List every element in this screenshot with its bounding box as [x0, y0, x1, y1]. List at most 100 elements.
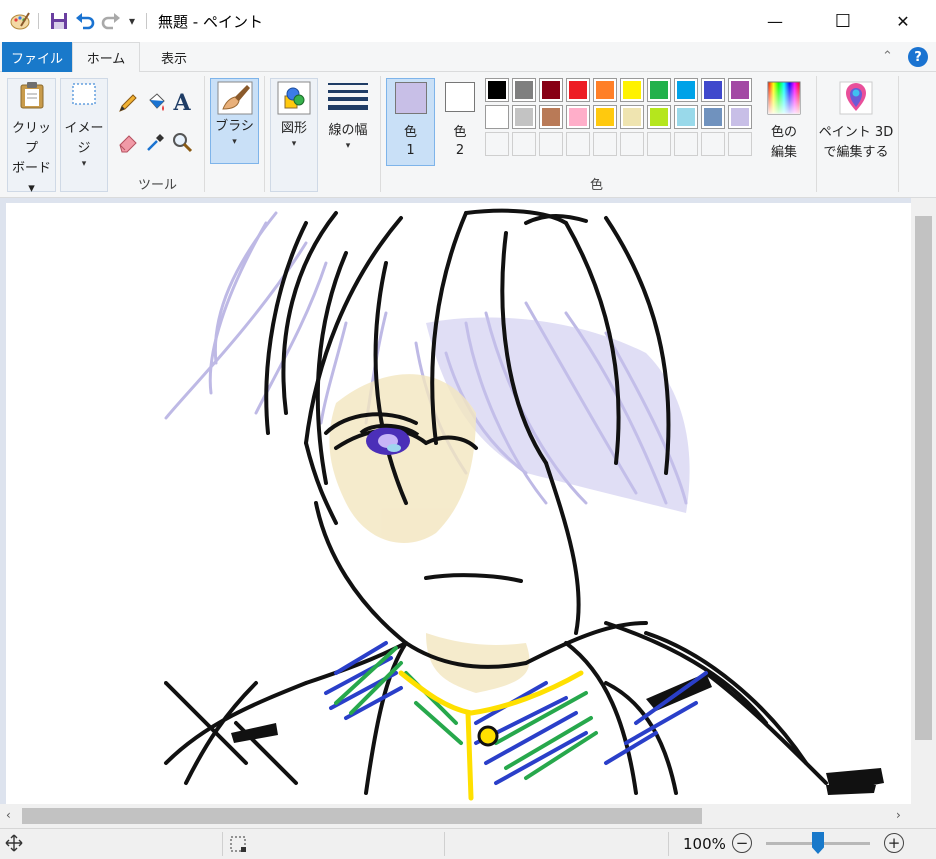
paint3d-button[interactable]: ペイント 3D で編集する — [819, 81, 893, 163]
palette-swatch[interactable] — [701, 78, 725, 102]
palette-swatch[interactable] — [485, 105, 509, 129]
palette-swatch-fill — [542, 108, 560, 126]
palette-swatch[interactable] — [620, 78, 644, 102]
color1-label-2: 1 — [406, 143, 415, 158]
drawing-canvas[interactable] — [6, 203, 911, 804]
title-bar: ▾ 無題 - ペイント — ☐ ✕ — [0, 0, 936, 42]
minimize-button[interactable]: — — [752, 0, 798, 42]
zoom-out-button[interactable]: − — [732, 833, 752, 853]
zoom-in-button[interactable]: + — [884, 833, 904, 853]
palette-custom-slot[interactable] — [701, 132, 725, 156]
help-icon[interactable]: ? — [908, 47, 928, 67]
line-width-button[interactable]: 線の幅 ▾ — [322, 81, 374, 151]
palette-custom-slot[interactable] — [593, 132, 617, 156]
palette-swatch-fill — [650, 108, 668, 126]
color1-button[interactable]: 色 1 — [386, 82, 435, 160]
palette-custom-slot[interactable] — [512, 132, 536, 156]
palette-custom-slot[interactable] — [539, 132, 563, 156]
clipboard-button[interactable]: クリップ ボード ▾ — [7, 81, 56, 199]
palette-swatch-fill — [623, 108, 641, 126]
maximize-button[interactable]: ☐ — [820, 0, 866, 42]
magnifier-icon[interactable] — [170, 130, 194, 154]
brush-label: ブラシ — [215, 119, 254, 134]
palette-swatch[interactable] — [566, 78, 590, 102]
palette-swatch[interactable] — [620, 105, 644, 129]
palette-swatch[interactable] — [539, 78, 563, 102]
palette-custom-slot[interactable] — [620, 132, 644, 156]
palette-custom-slot[interactable] — [647, 132, 671, 156]
qat-customize-icon[interactable]: ▾ — [124, 10, 140, 32]
palette-swatch[interactable] — [647, 78, 671, 102]
ribbon: クリップ ボード ▾ イメージ ▾ A ツール ブラシ ▾ 図形 ▾ 線の幅 ▾… — [0, 72, 936, 198]
shapes-icon — [277, 81, 311, 115]
line-width-label: 線の幅 — [328, 123, 368, 138]
palette-swatch[interactable] — [728, 105, 752, 129]
palette-swatch[interactable] — [566, 105, 590, 129]
edit-colors-icon — [767, 81, 801, 115]
palette-swatch-fill — [596, 108, 614, 126]
shapes-button[interactable]: 図形 ▾ — [270, 81, 318, 149]
brush-icon — [217, 81, 252, 115]
palette-swatch-fill — [488, 108, 506, 126]
brush-caret: ▾ — [232, 137, 237, 147]
palette-custom-slot[interactable] — [485, 132, 509, 156]
palette-swatch[interactable] — [728, 78, 752, 102]
tab-file[interactable]: ファイル — [2, 42, 72, 72]
palette-swatch[interactable] — [701, 105, 725, 129]
horizontal-scroll-thumb[interactable] — [22, 808, 702, 824]
scroll-left-icon[interactable]: ‹ — [6, 808, 11, 822]
palette-swatch[interactable] — [593, 78, 617, 102]
color2-button[interactable]: 色 2 — [440, 82, 480, 160]
palette-swatch[interactable] — [539, 105, 563, 129]
palette-swatch[interactable] — [485, 78, 509, 102]
vertical-scrollbar[interactable] — [911, 198, 936, 804]
vertical-scroll-thumb[interactable] — [915, 216, 932, 740]
palette-swatch[interactable] — [593, 105, 617, 129]
paint-app-icon[interactable] — [8, 10, 32, 32]
text-tool-icon[interactable]: A — [170, 90, 194, 116]
palette-swatch[interactable] — [647, 105, 671, 129]
ribbon-separator — [380, 76, 381, 192]
line-width-caret: ▾ — [345, 141, 351, 151]
undo-icon[interactable] — [74, 10, 96, 32]
palette-swatch[interactable] — [512, 78, 536, 102]
status-bar: 100% − + — [0, 828, 936, 859]
ribbon-separator — [204, 76, 205, 192]
palette-swatch[interactable] — [512, 105, 536, 129]
scroll-right-icon[interactable]: › — [896, 808, 901, 822]
palette-swatch-fill — [569, 108, 587, 126]
palette-swatch[interactable] — [674, 78, 698, 102]
ribbon-separator — [898, 76, 899, 192]
close-button[interactable]: ✕ — [880, 0, 926, 42]
edit-colors-button[interactable]: 色の 編集 — [760, 81, 808, 163]
palette-custom-slot[interactable] — [566, 132, 590, 156]
palette-custom-slot[interactable] — [728, 132, 752, 156]
collapse-ribbon-icon[interactable]: ⌃ — [882, 49, 893, 64]
eraser-icon[interactable] — [116, 130, 140, 154]
color2-label-2: 2 — [455, 143, 465, 158]
palette-swatch[interactable] — [674, 105, 698, 129]
horizontal-scrollbar[interactable]: ‹ › — [0, 804, 936, 828]
palette-swatch-fill — [596, 81, 614, 99]
ribbon-separator — [816, 76, 817, 192]
palette-swatch-fill — [677, 81, 695, 99]
zoom-slider-thumb[interactable] — [812, 832, 824, 854]
fill-icon[interactable] — [144, 91, 168, 115]
palette-swatch-fill — [731, 108, 749, 126]
image-label: イメージ — [64, 121, 104, 156]
color-picker-icon[interactable] — [144, 130, 168, 154]
brush-button[interactable]: ブラシ ▾ — [210, 81, 259, 147]
palette-custom-slot[interactable] — [674, 132, 698, 156]
pencil-icon[interactable] — [116, 91, 140, 115]
save-icon[interactable] — [48, 10, 70, 32]
redo-icon[interactable] — [100, 10, 122, 32]
image-button[interactable]: イメージ ▾ — [60, 81, 108, 169]
tab-view[interactable]: 表示 — [140, 42, 208, 72]
drawing-artwork — [164, 208, 884, 801]
zoom-level-text: 100% — [683, 835, 726, 853]
select-icon — [72, 83, 96, 105]
status-separator — [222, 832, 223, 856]
palette-swatch-fill — [488, 81, 506, 99]
tab-home[interactable]: ホーム — [72, 42, 140, 73]
ribbon-separator — [264, 76, 265, 192]
